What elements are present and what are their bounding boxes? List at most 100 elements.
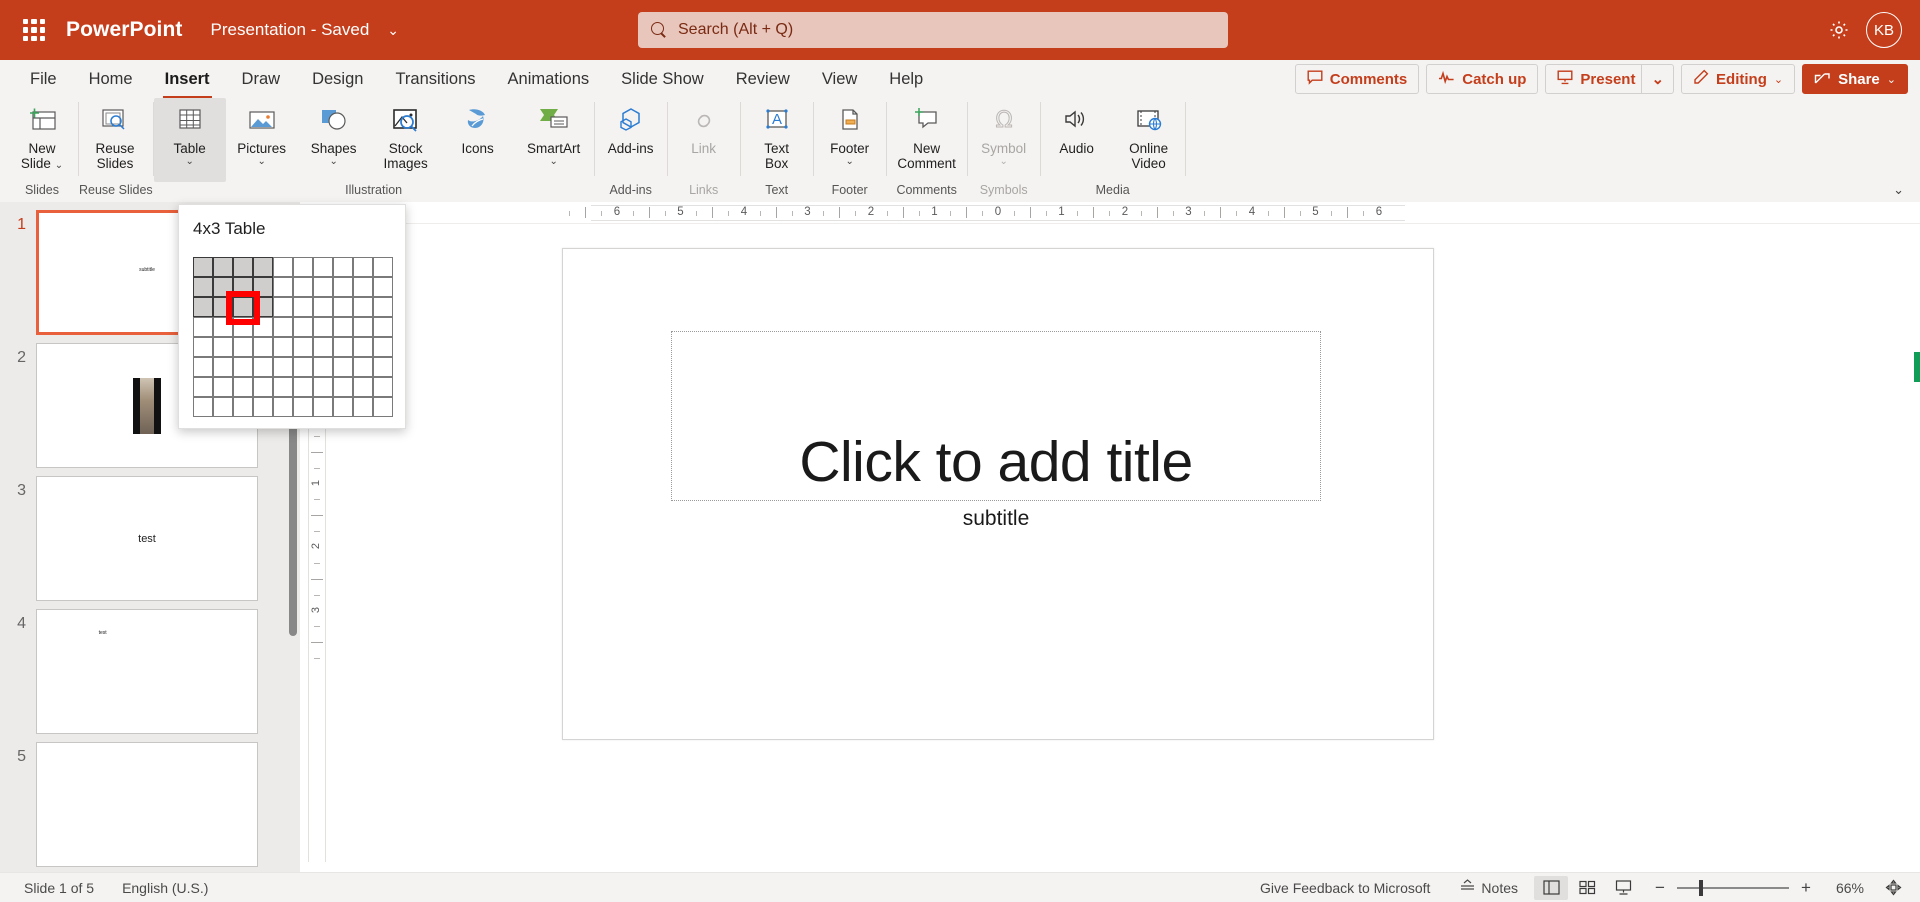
slide-thumbnail-3[interactable]: test bbox=[36, 476, 258, 601]
table-button[interactable]: Table ⌄ bbox=[153, 98, 226, 182]
zoom-out-button[interactable]: − bbox=[1652, 878, 1668, 898]
table-grid-cell[interactable] bbox=[232, 356, 253, 377]
table-grid-cell[interactable] bbox=[192, 356, 213, 377]
slide-thumbnail-5[interactable] bbox=[36, 742, 258, 867]
table-grid-cell[interactable] bbox=[352, 376, 373, 397]
table-grid-cell[interactable] bbox=[252, 396, 273, 417]
tab-design[interactable]: Design bbox=[296, 60, 379, 98]
table-grid-cell[interactable] bbox=[352, 276, 373, 297]
shapes-chevron-down-icon[interactable]: ⌄ bbox=[329, 156, 337, 167]
present-dropdown-chevron-down-icon[interactable]: ⌄ bbox=[1641, 64, 1675, 94]
tab-view[interactable]: View bbox=[806, 60, 873, 98]
fit-to-window-icon[interactable] bbox=[1876, 876, 1910, 900]
reuse-slides-button[interactable]: Reuse Slides bbox=[79, 98, 151, 182]
table-grid-cell[interactable] bbox=[192, 256, 213, 277]
table-grid-cell[interactable] bbox=[192, 276, 213, 297]
table-grid-cell[interactable] bbox=[332, 336, 353, 357]
table-grid-cell[interactable] bbox=[292, 396, 313, 417]
table-grid-cell[interactable] bbox=[332, 256, 353, 277]
table-grid-cell[interactable] bbox=[252, 316, 273, 337]
table-grid-cell[interactable] bbox=[332, 276, 353, 297]
catch-up-button[interactable]: Catch up bbox=[1426, 64, 1539, 94]
table-grid-cell[interactable] bbox=[232, 256, 253, 277]
table-grid-cell[interactable] bbox=[352, 396, 373, 417]
table-grid-cell[interactable] bbox=[272, 336, 293, 357]
zoom-in-button[interactable]: + bbox=[1798, 878, 1814, 898]
document-title-chevron-down-icon[interactable]: ⌄ bbox=[387, 22, 399, 39]
table-grid-cell[interactable] bbox=[312, 336, 333, 357]
collapse-ribbon-chevron-down-icon[interactable]: ⌄ bbox=[1893, 182, 1904, 198]
table-grid-cell[interactable] bbox=[232, 296, 253, 317]
table-grid-cell[interactable] bbox=[352, 296, 373, 317]
table-grid-cell[interactable] bbox=[232, 336, 253, 357]
table-grid-cell[interactable] bbox=[372, 296, 393, 317]
new-comment-button[interactable]: New Comment bbox=[887, 98, 967, 182]
avatar[interactable]: KB bbox=[1866, 12, 1902, 48]
table-chevron-down-icon[interactable]: ⌄ bbox=[185, 156, 193, 167]
table-grid-cell[interactable] bbox=[332, 376, 353, 397]
comments-button[interactable]: Comments bbox=[1294, 64, 1420, 94]
tab-slide-show[interactable]: Slide Show bbox=[605, 60, 720, 98]
table-grid-cell[interactable] bbox=[212, 256, 233, 277]
add-ins-button[interactable]: Add-ins bbox=[595, 98, 667, 182]
tab-animations[interactable]: Animations bbox=[492, 60, 606, 98]
tab-file[interactable]: File bbox=[14, 60, 73, 98]
table-grid-cell[interactable] bbox=[272, 356, 293, 377]
table-grid-cell[interactable] bbox=[272, 256, 293, 277]
table-grid-cell[interactable] bbox=[212, 296, 233, 317]
tab-draw[interactable]: Draw bbox=[226, 60, 297, 98]
smartart-button[interactable]: SmartArt ⌄ bbox=[514, 98, 594, 182]
table-grid-cell[interactable] bbox=[232, 276, 253, 297]
table-grid-cell[interactable] bbox=[252, 276, 273, 297]
table-grid-cell[interactable] bbox=[192, 296, 213, 317]
editing-button[interactable]: Editing ⌄ bbox=[1681, 64, 1796, 94]
table-grid-cell[interactable] bbox=[332, 356, 353, 377]
table-grid-cell[interactable] bbox=[272, 296, 293, 317]
slide-thumbnail-4[interactable]: test bbox=[36, 609, 258, 734]
table-grid-cell[interactable] bbox=[372, 376, 393, 397]
tab-help[interactable]: Help bbox=[873, 60, 939, 98]
table-grid-cell[interactable] bbox=[252, 356, 273, 377]
gear-icon[interactable] bbox=[1822, 13, 1856, 47]
online-video-button[interactable]: Online Video bbox=[1113, 98, 1185, 182]
table-grid-cell[interactable] bbox=[312, 316, 333, 337]
list-item[interactable]: 4 test bbox=[0, 601, 300, 734]
table-grid-cell[interactable] bbox=[352, 336, 373, 357]
table-grid-cell[interactable] bbox=[272, 276, 293, 297]
table-grid-cell[interactable] bbox=[372, 396, 393, 417]
tab-home[interactable]: Home bbox=[73, 60, 149, 98]
table-grid-cell[interactable] bbox=[292, 376, 313, 397]
table-grid-cell[interactable] bbox=[192, 316, 213, 337]
stock-images-button[interactable]: Stock Images bbox=[370, 98, 442, 182]
normal-view-button[interactable] bbox=[1534, 875, 1568, 900]
subtitle-text[interactable]: subtitle bbox=[671, 507, 1321, 531]
zoom-level[interactable]: 66% bbox=[1826, 880, 1874, 896]
app-launcher-waffle-icon[interactable] bbox=[14, 10, 54, 50]
table-grid-cell[interactable] bbox=[312, 396, 333, 417]
table-grid-cell[interactable] bbox=[352, 256, 373, 277]
list-item[interactable]: 3 test bbox=[0, 468, 300, 601]
present-button[interactable]: Present bbox=[1545, 64, 1642, 94]
table-grid-cell[interactable] bbox=[272, 376, 293, 397]
table-grid-cell[interactable] bbox=[292, 356, 313, 377]
footer-chevron-down-icon[interactable]: ⌄ bbox=[845, 156, 853, 167]
table-grid-cell[interactable] bbox=[212, 376, 233, 397]
tab-review[interactable]: Review bbox=[720, 60, 806, 98]
share-button[interactable]: Share ⌄ bbox=[1802, 64, 1908, 94]
table-grid-cell[interactable] bbox=[232, 376, 253, 397]
new-slide-button[interactable]: New Slide ⌄ bbox=[6, 98, 78, 182]
canvas-scroll-indicator[interactable] bbox=[1914, 352, 1920, 382]
pictures-button[interactable]: Pictures ⌄ bbox=[226, 98, 298, 182]
table-grid-cell[interactable] bbox=[212, 356, 233, 377]
table-size-grid[interactable] bbox=[192, 256, 405, 417]
table-grid-cell[interactable] bbox=[192, 396, 213, 417]
slide-canvas[interactable]: Click to add title subtitle bbox=[562, 248, 1434, 740]
table-grid-cell[interactable] bbox=[192, 376, 213, 397]
table-grid-cell[interactable] bbox=[292, 256, 313, 277]
table-grid-cell[interactable] bbox=[372, 276, 393, 297]
table-grid-cell[interactable] bbox=[292, 276, 313, 297]
table-grid-cell[interactable] bbox=[372, 316, 393, 337]
notes-button[interactable]: Notes bbox=[1446, 879, 1532, 896]
table-grid-cell[interactable] bbox=[312, 296, 333, 317]
audio-button[interactable]: Audio bbox=[1041, 98, 1113, 182]
